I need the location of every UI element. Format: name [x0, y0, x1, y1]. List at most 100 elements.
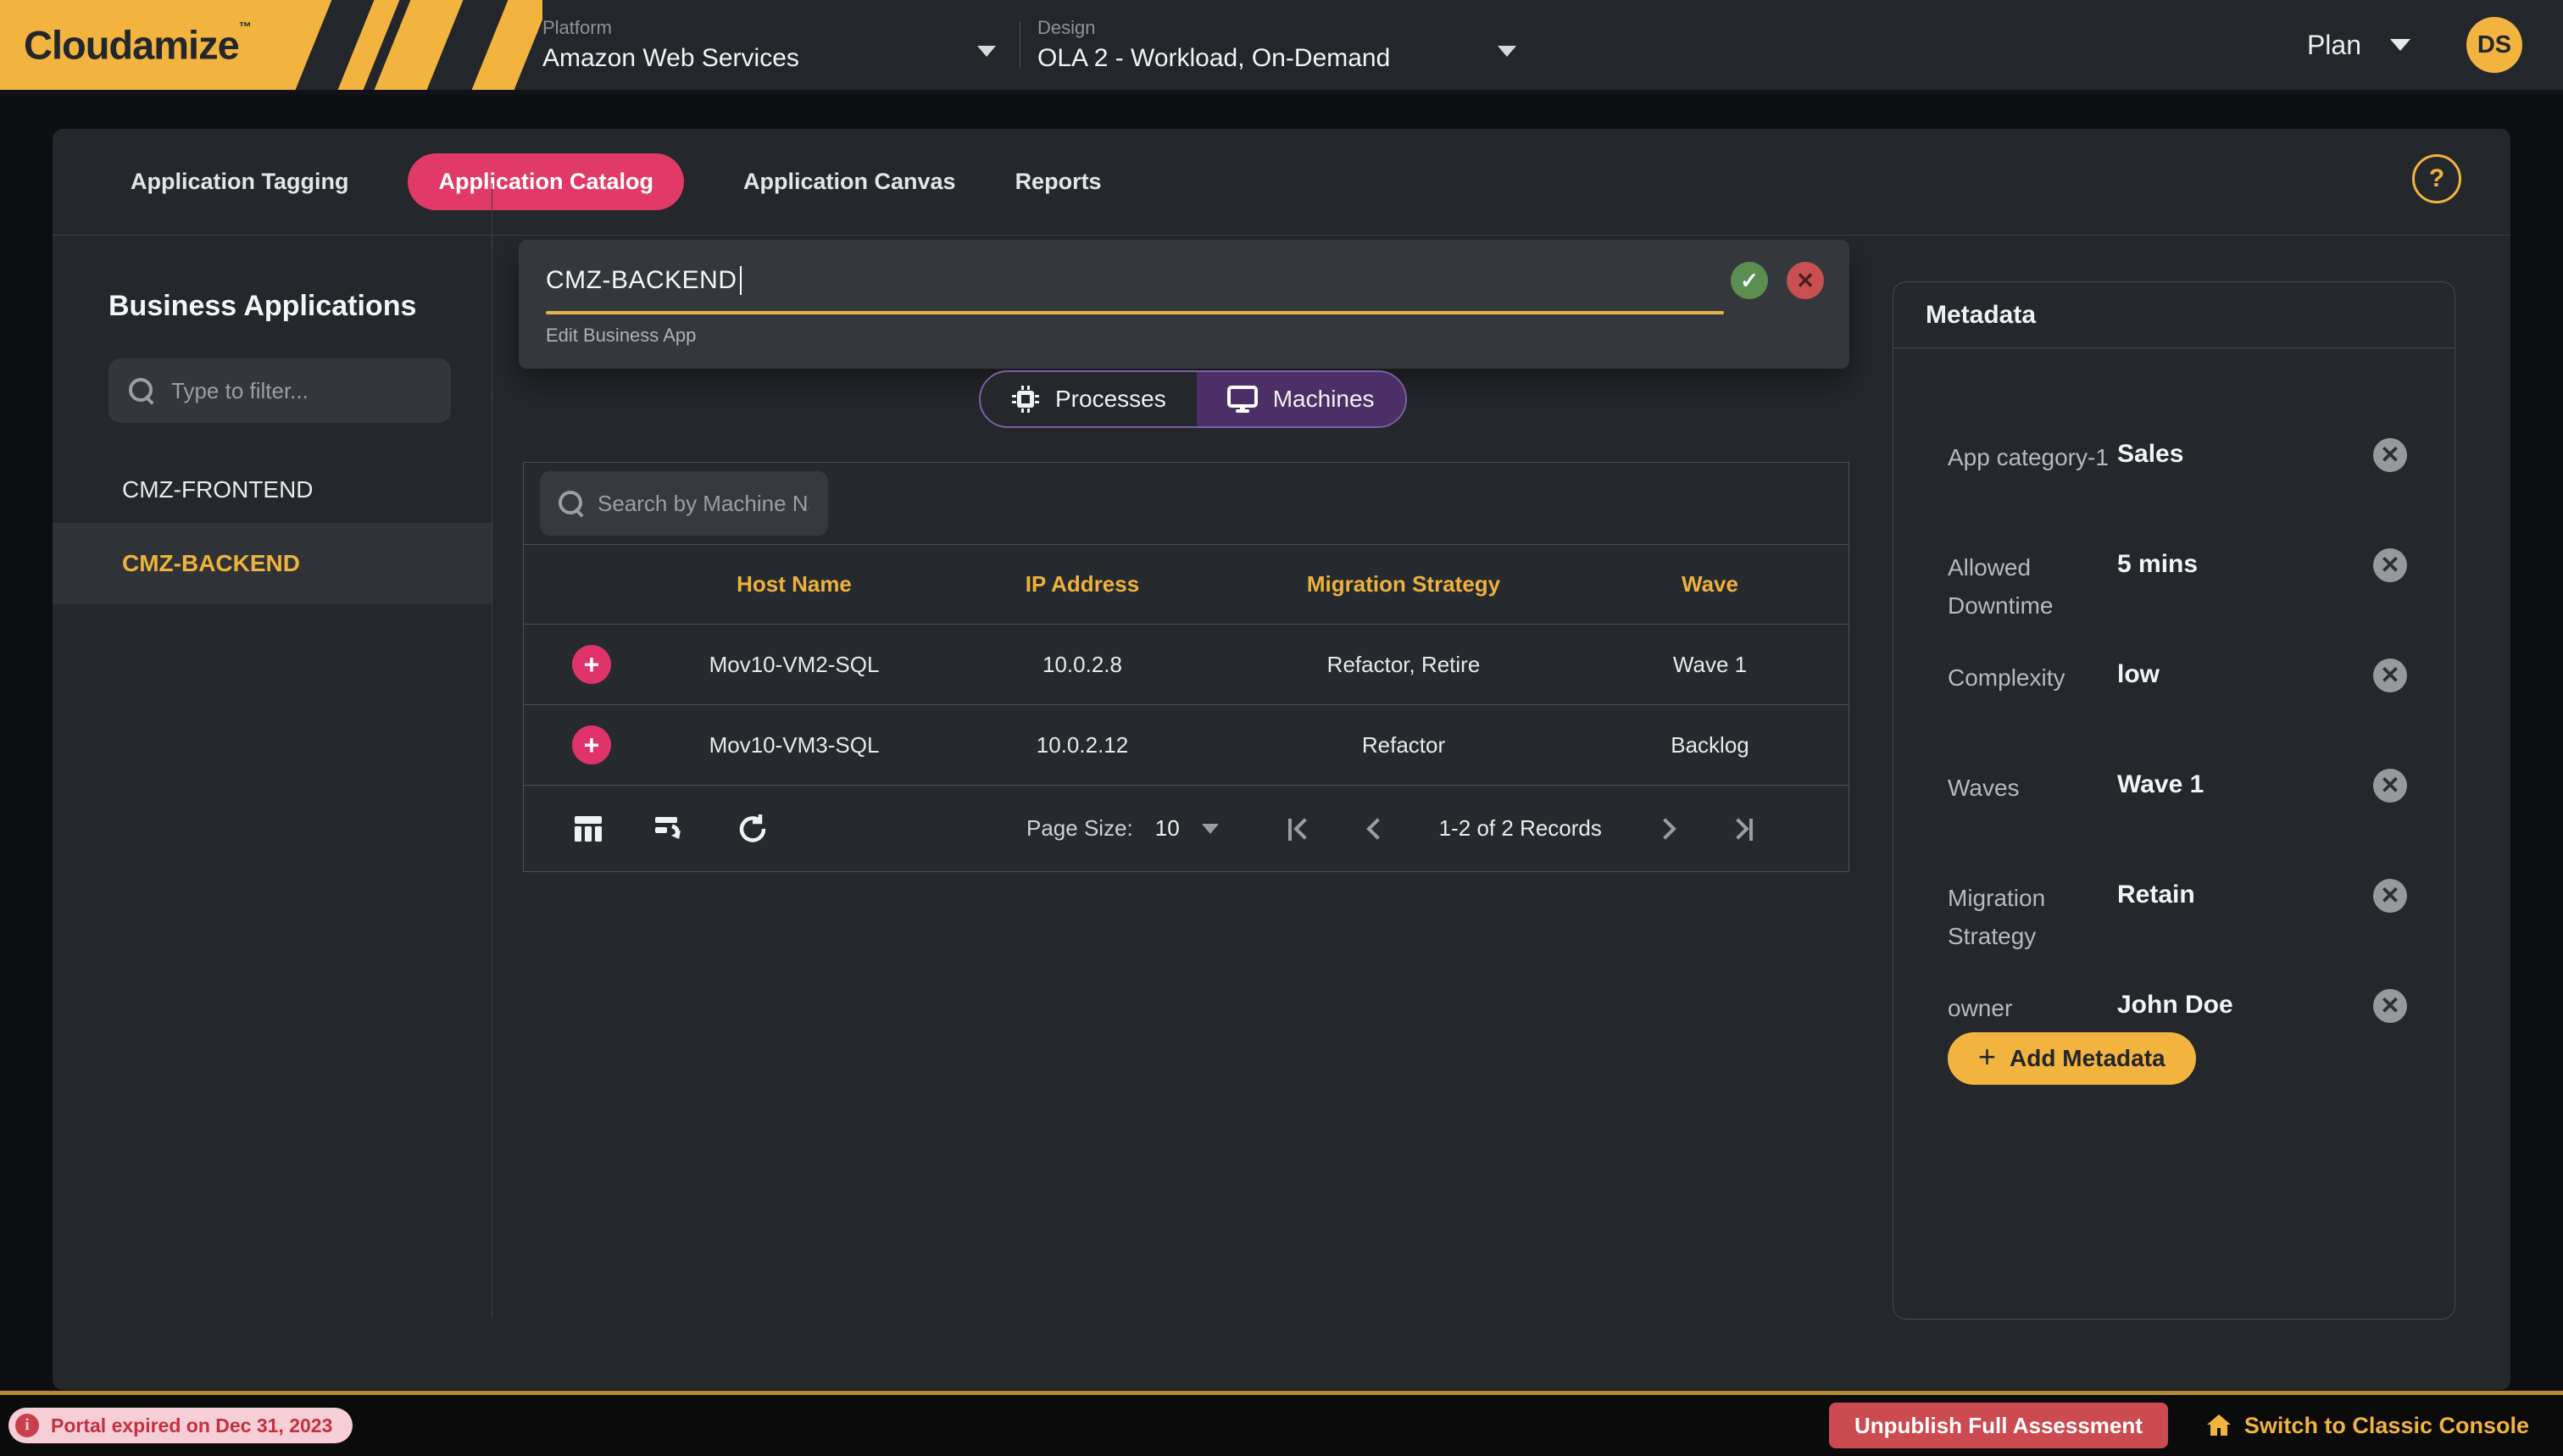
design-label: Design	[1037, 17, 1525, 39]
metadata-row-app-category-1: App category-1Sales✕	[1948, 438, 2407, 523]
remove-metadata-button[interactable]: ✕	[2373, 438, 2407, 472]
machine-search-input[interactable]	[598, 491, 809, 517]
toggle-processes[interactable]: Processes	[981, 372, 1197, 426]
expand-row-button[interactable]: +	[572, 725, 611, 764]
metadata-row-migration-strategy: Migration StrategyRetain✕	[1948, 879, 2407, 964]
cancel-button[interactable]: ✕	[1787, 262, 1824, 299]
toggle-machines-label: Machines	[1273, 386, 1375, 413]
metadata-title: Metadata	[1893, 282, 2455, 348]
metadata-key: Migration Strategy	[1948, 879, 2117, 955]
plan-menu[interactable]: Plan	[2307, 30, 2410, 61]
page-size-label: Page Size:	[1026, 815, 1133, 842]
metadata-value: Retain	[2117, 879, 2373, 909]
switch-link-label: Switch to Classic Console	[2244, 1413, 2529, 1439]
processes-machines-toggle: Processes Machines	[979, 370, 1407, 428]
table-row-mov10-vm3-sql: +Mov10-VM3-SQL10.0.2.12RefactorBacklog	[524, 704, 1849, 785]
search-icon	[559, 491, 584, 516]
remove-metadata-button[interactable]: ✕	[2373, 659, 2407, 692]
plus-icon: +	[1978, 1042, 1996, 1072]
metadata-row-waves: WavesWave 1✕	[1948, 769, 2407, 853]
cell-host-name: Mov10-VM2-SQL	[659, 652, 929, 678]
metadata-value: John Doe	[2117, 989, 2373, 1020]
filter-input[interactable]	[171, 378, 425, 404]
edit-caption: Edit Business App	[546, 325, 1824, 347]
home-icon	[2205, 1412, 2232, 1439]
metadata-value: low	[2117, 659, 2373, 689]
sidebar-title: Business Applications	[108, 290, 492, 323]
column-header-wave: Wave	[1571, 571, 1849, 597]
metadata-list: App category-1Sales✕ Allowed Downtime5 mi…	[1893, 348, 2455, 1074]
first-page-button[interactable]	[1293, 820, 1310, 837]
platform-label: Platform	[542, 17, 1004, 39]
unpublish-full-assessment-button[interactable]: Unpublish Full Assessment	[1829, 1403, 2168, 1448]
business-app-list: CMZ-FRONTENDCMZ-BACKEND	[53, 457, 492, 604]
previous-page-button[interactable]	[1366, 820, 1383, 837]
cell-migration-strategy: Refactor	[1236, 732, 1571, 759]
table-footer: Page Size: 10 1-2 of 2 Records	[524, 785, 1849, 871]
metadata-panel: Metadata App category-1Sales✕ Allowed Dow…	[1893, 281, 2455, 1320]
remove-metadata-button[interactable]: ✕	[2373, 548, 2407, 582]
tab-application-tagging[interactable]: Application Tagging	[131, 153, 348, 210]
add-metadata-label: Add Metadata	[2010, 1045, 2165, 1072]
columns-icon[interactable]	[570, 811, 606, 847]
table-header-row: Host Name IP Address Migration Strategy …	[524, 544, 1849, 624]
metadata-key: Complexity	[1948, 659, 2117, 697]
confirm-button[interactable]: ✓	[1731, 262, 1768, 299]
metadata-value: Wave 1	[2117, 769, 2373, 799]
trademark-symbol: ™	[239, 20, 251, 35]
edit-business-app-panel: CMZ-BACKEND ✓ ✕ Edit Business App	[519, 240, 1849, 369]
metadata-key: App category-1	[1948, 438, 2117, 476]
chevron-down-icon[interactable]	[1202, 824, 1219, 834]
design-value: OLA 2 - Workload, On-Demand	[1037, 44, 1525, 73]
info-icon: i	[15, 1414, 39, 1437]
design-select[interactable]: Design OLA 2 - Workload, On-Demand	[1037, 0, 1525, 90]
remove-metadata-button[interactable]: ✕	[2373, 769, 2407, 803]
remove-metadata-button[interactable]: ✕	[2373, 989, 2407, 1023]
input-underline	[546, 311, 1724, 314]
metadata-key: Allowed Downtime	[1948, 548, 2117, 625]
chevron-down-icon	[2390, 39, 2410, 51]
sidebar-item-cmz-frontend[interactable]: CMZ-FRONTEND	[53, 457, 492, 523]
row-settings-icon[interactable]	[652, 811, 687, 847]
avatar[interactable]: DS	[2466, 17, 2522, 73]
table-body: + Mov10-VM2-SQL10.0.2.8Refactor, RetireWa…	[524, 624, 1849, 785]
page-size-value[interactable]: 10	[1155, 815, 1180, 842]
sidebar-item-cmz-backend[interactable]: CMZ-BACKEND	[53, 523, 492, 604]
main-panel: Application TaggingApplication CatalogAp…	[53, 129, 2510, 1390]
app-header: Cloudamize™ Platform Amazon Web Services…	[0, 0, 2563, 95]
table-row-mov10-vm2-sql: + Mov10-VM2-SQL10.0.2.8Refactor, RetireWa…	[524, 624, 1849, 704]
business-app-name-input[interactable]: CMZ-BACKEND	[546, 266, 737, 295]
cell-host-name: Mov10-VM3-SQL	[659, 732, 929, 759]
pagination: 1-2 of 2 Records	[1293, 815, 1748, 842]
metadata-value: 5 mins	[2117, 548, 2373, 579]
cell-migration-strategy: Refactor, Retire	[1236, 652, 1571, 678]
machines-table-card: Host Name IP Address Migration Strategy …	[523, 462, 1849, 872]
monitor-icon	[1227, 385, 1258, 414]
column-header-host-name: Host Name	[659, 571, 929, 597]
records-count: 1-2 of 2 Records	[1439, 815, 1602, 842]
toggle-machines[interactable]: Machines	[1197, 372, 1405, 426]
logo-stripe	[469, 0, 542, 90]
platform-select[interactable]: Platform Amazon Web Services	[542, 0, 1004, 90]
cell-ip-address: 10.0.2.12	[929, 732, 1236, 759]
switch-to-classic-console-link[interactable]: Switch to Classic Console	[2205, 1412, 2529, 1439]
plan-label: Plan	[2307, 30, 2361, 61]
toggle-processes-label: Processes	[1055, 386, 1166, 413]
remove-metadata-button[interactable]: ✕	[2373, 879, 2407, 913]
add-metadata-button[interactable]: + Add Metadata	[1948, 1032, 2196, 1085]
next-page-button[interactable]	[1658, 820, 1675, 837]
chevron-down-icon	[977, 46, 996, 57]
expand-row-button[interactable]: +	[572, 645, 611, 684]
cell-ip-address: 10.0.2.8	[929, 652, 1236, 678]
cell-wave: Wave 1	[1571, 652, 1849, 678]
column-header-migration-strategy: Migration Strategy	[1236, 571, 1571, 597]
portal-expired-text: Portal expired on Dec 31, 2023	[51, 1414, 332, 1437]
column-header-ip-address: IP Address	[929, 571, 1236, 597]
metadata-row-complexity: Complexitylow✕	[1948, 659, 2407, 743]
chip-icon	[1011, 385, 1040, 414]
text-cursor	[740, 266, 742, 295]
logo-wordmark: Cloudamize™	[24, 22, 251, 69]
last-page-button[interactable]	[1731, 820, 1748, 837]
filter-input-wrap	[108, 358, 451, 423]
refresh-icon[interactable]	[733, 811, 769, 847]
